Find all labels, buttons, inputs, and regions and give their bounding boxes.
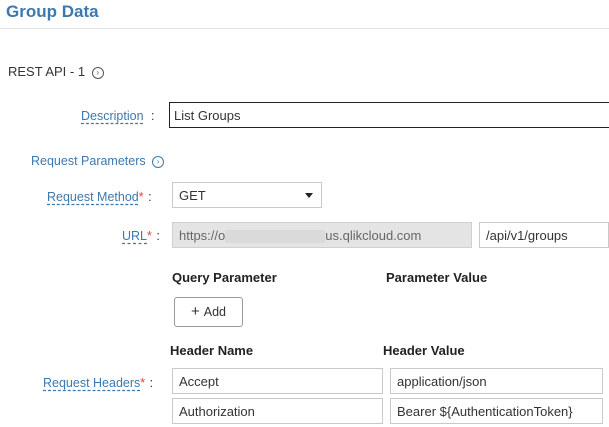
caret-down-icon [305, 193, 313, 198]
request-method-colon: : [148, 190, 152, 204]
url-base-prefix: https://o [179, 228, 226, 243]
header-value-input[interactable]: Bearer ${AuthenticationToken} [390, 398, 603, 424]
plus-icon: + [190, 303, 200, 320]
section-title: REST API - 1 [8, 64, 86, 79]
parameter-value-header: Parameter Value [386, 270, 488, 285]
header-name-header: Header Name [170, 343, 254, 358]
request-headers-label: Request Headers [43, 376, 141, 390]
circle-chevron-right-icon[interactable]: › [152, 156, 165, 168]
description-colon: : [150, 109, 155, 123]
required-marker: * [147, 229, 152, 243]
header-value-header: Header Value [383, 343, 465, 358]
add-button-label: Add [203, 305, 226, 319]
section-header[interactable]: REST API - 1 › [8, 64, 104, 79]
header-name-input[interactable]: Accept [172, 368, 383, 394]
description-input[interactable]: List Groups [169, 102, 609, 128]
title-divider [0, 28, 609, 29]
description-label: Description [81, 109, 144, 123]
header-value-input[interactable]: application/json [390, 368, 603, 394]
request-parameters-title: Request Parameters [31, 154, 146, 168]
description-label-group: Description : [81, 107, 154, 125]
query-parameter-header: Query Parameter [172, 270, 277, 285]
header-name-input[interactable]: Authorization [172, 398, 383, 424]
required-marker: * [138, 190, 144, 204]
header-value-value: Bearer ${AuthenticationToken} [397, 404, 573, 419]
add-query-parameter-button[interactable]: + Add [174, 297, 243, 327]
url-colon: : [156, 229, 160, 243]
request-method-select[interactable]: GET [172, 182, 322, 208]
redacted-block [225, 230, 326, 244]
url-path-input[interactable]: /api/v1/groups [479, 222, 609, 248]
circle-chevron-right-icon[interactable]: › [91, 67, 104, 79]
request-headers-label-group: Request Headers* : [43, 374, 153, 392]
url-path-value: /api/v1/groups [486, 228, 568, 243]
request-headers-colon: : [149, 376, 154, 390]
required-marker: * [140, 376, 146, 390]
header-name-value: Accept [179, 374, 219, 389]
request-method-label: Request Method [47, 190, 139, 204]
page-title: Group Data [6, 2, 99, 21]
request-parameters-header[interactable]: Request Parameters › [31, 154, 165, 168]
url-base-suffix: us.qlikcloud.com [325, 228, 422, 243]
request-method-value: GET [179, 188, 206, 203]
url-label: URL [122, 229, 148, 243]
url-label-group: URL* : [122, 227, 160, 245]
url-base-input[interactable]: https://o us.qlikcloud.com [172, 222, 472, 248]
header-value-value: application/json [397, 374, 487, 389]
description-value: List Groups [174, 108, 241, 123]
header-name-value: Authorization [179, 404, 255, 419]
request-method-label-group: Request Method* : [47, 188, 152, 206]
